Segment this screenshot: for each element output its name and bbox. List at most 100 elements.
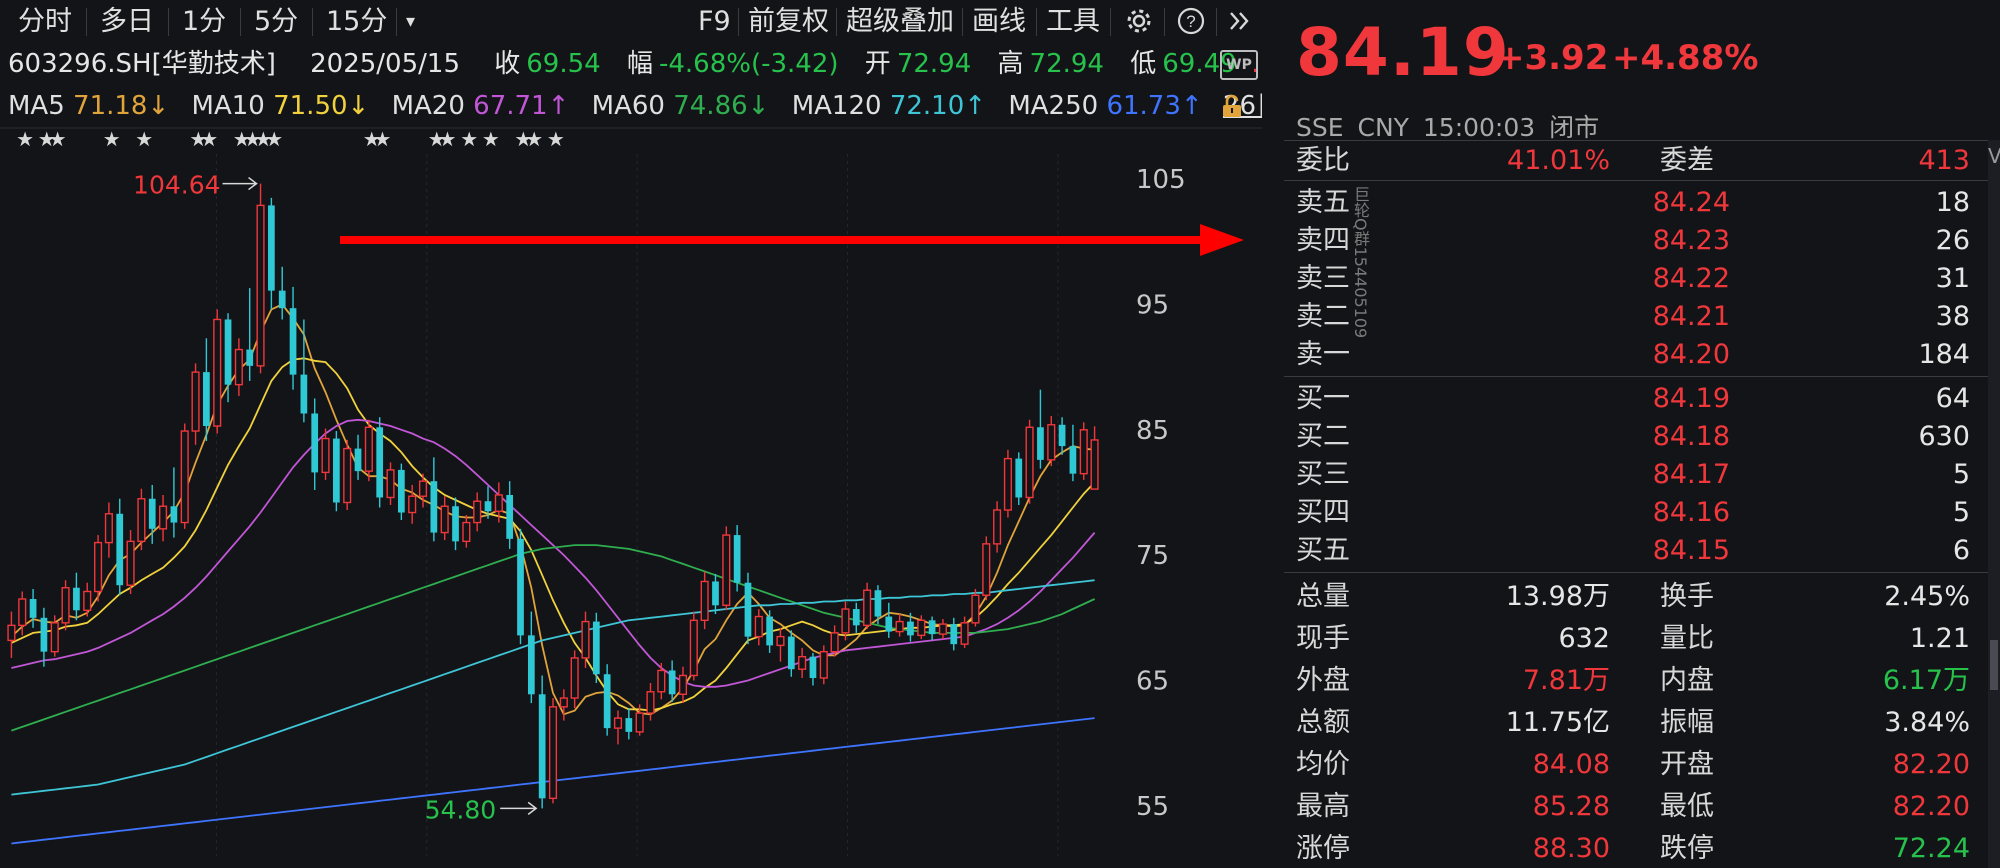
candlestick-chart[interactable]: 1059585756555★ ★★ ★ ★ ★★ ★★★★ ★★ ★★ ★ ★ ★★ ★104.645… (0, 126, 1262, 868)
weicha-value: 413 (1918, 145, 1970, 176)
wp-badge-icon[interactable]: WP (1220, 50, 1258, 80)
toolbar-separator (962, 8, 963, 36)
candle-body (300, 374, 308, 414)
stat-value: 72.24 (1892, 833, 1970, 864)
candle-body (841, 608, 850, 634)
stat-value: 85.28 (1532, 791, 1610, 822)
tab-intraday[interactable]: 分时 (18, 4, 72, 40)
ask-level-price: 84.23 (1652, 225, 1730, 256)
candle-body (830, 632, 839, 653)
candle-body (733, 535, 741, 583)
stats-row: 总量 13.98万 换手 2.45% (1296, 578, 1970, 616)
stat-value: 82.20 (1892, 749, 1970, 780)
ask-level-row[interactable]: 卖二 84.21 38 (1296, 298, 1970, 336)
candle-body (885, 616, 893, 632)
bid-level-row[interactable]: 买四 84.16 5 (1296, 494, 1970, 532)
candle-body (333, 438, 340, 503)
scrollbar[interactable] (1988, 140, 2000, 868)
toolbar-separator (240, 8, 241, 36)
stat-value: 6.17万 (1882, 665, 1970, 696)
bid-level-row[interactable]: 买二 84.18 630 (1296, 418, 1970, 456)
more-periods-dropdown-icon[interactable]: ▾ (406, 4, 415, 40)
gear-icon[interactable] (1124, 6, 1154, 42)
stat-label: 总量 (1296, 581, 1350, 612)
toolbar-separator (738, 8, 739, 36)
divider-line (1284, 140, 1988, 141)
candle-body (809, 656, 817, 678)
event-star-icon: ★ (49, 127, 67, 151)
tab-multiday[interactable]: 多日 (100, 4, 154, 40)
candle-body (1058, 424, 1066, 447)
candle-body (603, 674, 611, 729)
tab-1min[interactable]: 1分 (182, 4, 226, 40)
range-value: -4.68%(-3.42) (658, 49, 839, 79)
overlay-button[interactable]: 超级叠加 (846, 4, 954, 40)
market-meta: SSE CNY 15:00:03 闭市 (1296, 108, 1599, 144)
ask-level-row[interactable]: 卖一 84.20 184 (1296, 336, 1970, 374)
candle-body (538, 694, 546, 799)
tab-15min[interactable]: 15分 (326, 4, 387, 40)
event-star-icon: ★ (200, 127, 218, 151)
candle-body (1090, 439, 1099, 490)
toolbar-separator (396, 8, 397, 36)
candle-body (635, 712, 644, 733)
candle-body (570, 657, 579, 699)
f9-button[interactable]: F9 (698, 4, 731, 40)
candle-body (73, 587, 80, 611)
bid-level-row[interactable]: 买五 84.15 6 (1296, 532, 1970, 570)
price-change: +3.92 (1496, 38, 1609, 78)
candle-body (852, 609, 860, 626)
currency: CNY (1357, 113, 1409, 142)
stat-label: 跌停 (1660, 833, 1714, 864)
stat-label: 开盘 (1660, 749, 1714, 780)
last-price: 84.19 (1296, 14, 1510, 91)
close-label: 收 (494, 49, 521, 79)
ask-level-price: 84.24 (1652, 187, 1730, 218)
bid-level-qty: 64 (1935, 383, 1970, 414)
candle-body (712, 581, 719, 606)
tab-5min[interactable]: 5分 (254, 4, 298, 40)
draw-line-button[interactable]: 画线 (972, 4, 1026, 40)
stat-value: 632 (1558, 623, 1610, 654)
candle-body (527, 635, 535, 695)
bid-level-row[interactable]: 买三 84.17 5 (1296, 456, 1970, 494)
stat-label: 均价 (1296, 749, 1350, 780)
bid-level-row[interactable]: 买一 84.19 64 (1296, 380, 1970, 418)
ask-level-qty: 31 (1935, 263, 1970, 294)
unlock-icon[interactable] (1220, 94, 1244, 118)
candle-body (397, 469, 405, 513)
candle-date: 2025/05/15 (310, 49, 460, 79)
candle-body (1015, 458, 1023, 498)
candle-body (895, 620, 904, 633)
double-chevron-right-icon[interactable] (1226, 6, 1254, 42)
stats-row: 均价 84.08 开盘 82.20 (1296, 746, 1970, 784)
weicha-label: 委差 (1660, 145, 1714, 176)
bid-level-label: 买二 (1296, 421, 1350, 452)
candle-body (798, 655, 807, 670)
stat-value: 88.30 (1532, 833, 1610, 864)
help-icon[interactable]: ? (1176, 6, 1206, 42)
weibi-value: 41.01% (1507, 145, 1610, 176)
candle-body (776, 635, 785, 647)
candle-body (1037, 427, 1044, 460)
ask-level-row[interactable]: 卖四 84.23 26 (1296, 222, 1970, 260)
event-star-icon: ★ (374, 127, 392, 151)
adjust-price-button[interactable]: 前复权 (748, 4, 829, 40)
low-price-annotation: 54.80 (425, 795, 497, 824)
candle-body (386, 469, 395, 499)
y-tick-label: 65 (1136, 667, 1169, 697)
candle-body (494, 494, 503, 512)
stats-row: 外盘 7.81万 内盘 6.17万 (1296, 662, 1970, 700)
range-label: 幅 (626, 49, 653, 79)
scrollbar-thumb[interactable] (1990, 640, 1998, 690)
tools-button[interactable]: 工具 (1046, 4, 1100, 40)
candle-body (126, 540, 135, 586)
bid-level-label: 买三 (1296, 459, 1350, 490)
ask-level-row[interactable]: 卖三 84.22 31 (1296, 260, 1970, 298)
stock-code-name: 603296.SH[华勤技术] (8, 49, 276, 79)
ask-level-row[interactable]: 卖五 84.24 18 (1296, 184, 1970, 222)
candle-body (137, 498, 146, 543)
ask-level-qty: 38 (1935, 301, 1970, 332)
stat-label: 最低 (1660, 791, 1714, 822)
price-change-pct: +4.88% (1612, 38, 1759, 78)
